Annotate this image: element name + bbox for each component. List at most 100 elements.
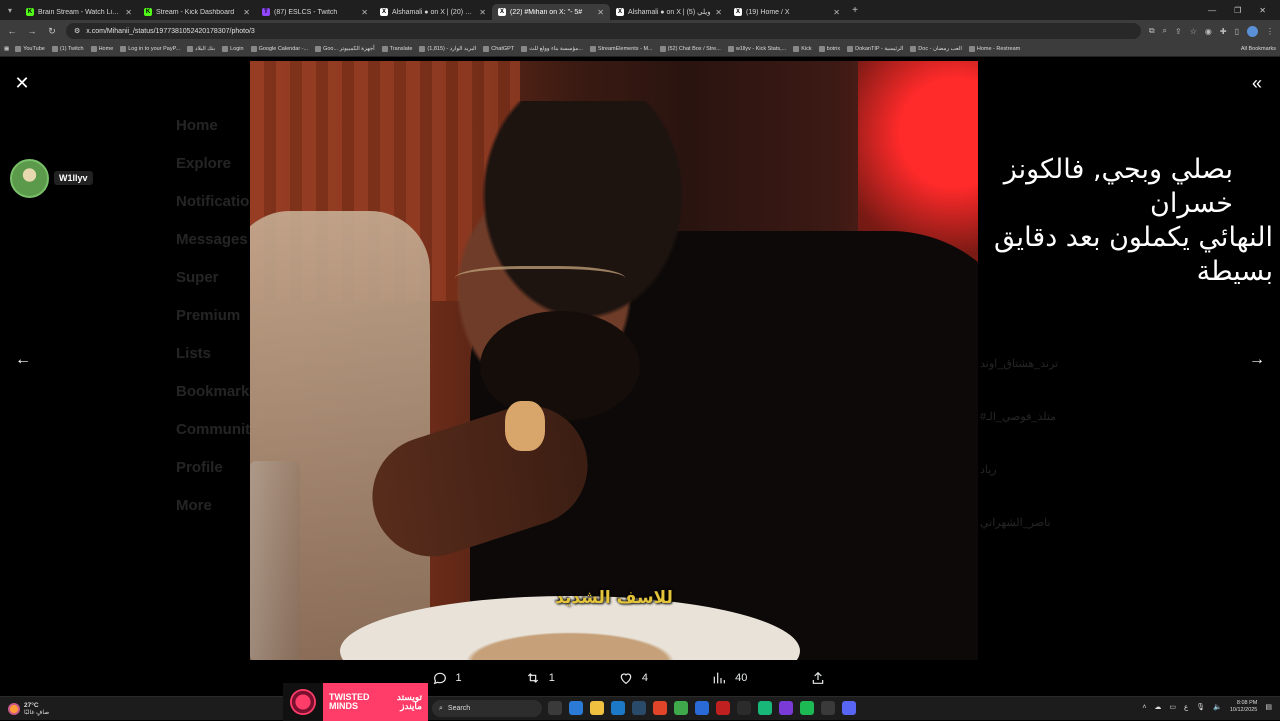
collapse-panel-button[interactable]: «: [1246, 73, 1268, 93]
minimize-icon[interactable]: —: [1208, 6, 1216, 15]
bookmark-item[interactable]: (52) Chat Box / Stre...: [659, 46, 721, 52]
edge-icon[interactable]: [695, 701, 709, 715]
new-tab-button[interactable]: +: [846, 5, 864, 16]
bookmark-item[interactable]: مؤسسة بناء وولع للث...: [521, 46, 583, 52]
task-view-icon[interactable]: [548, 701, 562, 715]
cloud-icon[interactable]: ☁: [1154, 703, 1161, 711]
network-icon[interactable]: ▭: [1169, 703, 1176, 711]
tab-close-icon[interactable]: ✕: [833, 8, 840, 17]
repost-button[interactable]: 1: [525, 670, 555, 686]
weather-widget[interactable]: 27°C صافٍ غالبًا: [0, 702, 280, 716]
close-window-icon[interactable]: ✕: [1259, 6, 1266, 15]
file-explorer-icon[interactable]: [590, 701, 604, 715]
tabs-container: K Brain Stream - Watch Live on Ki ✕ K Stream…: [20, 0, 846, 20]
browser-tab[interactable]: X Alshamali ● on X | ويلي (5) ✕: [610, 4, 728, 20]
search-placeholder: Search: [447, 705, 471, 712]
bookmark-item[interactable]: بنك البلاد: [187, 46, 215, 52]
bookmark-item[interactable]: (1) Twitch: [51, 46, 84, 52]
app-dark-icon[interactable]: [737, 701, 751, 715]
site-info-icon[interactable]: ⚙: [74, 27, 80, 35]
clock[interactable]: 8:08 PM 10/12/2025: [1230, 700, 1258, 714]
bookmark-label: مؤسسة بناء وولع للث...: [529, 46, 583, 52]
bookmark-item[interactable]: Translate: [381, 46, 412, 52]
bookmark-item[interactable]: Kick: [793, 46, 812, 52]
bookmark-item[interactable]: DokanTIP - الرئيسية: [847, 46, 903, 52]
tray-chevron-icon[interactable]: ˄: [1142, 704, 1146, 711]
forward-icon[interactable]: →: [26, 26, 38, 36]
tab-close-icon[interactable]: ✕: [243, 8, 250, 17]
bookmark-item[interactable]: Login: [222, 46, 244, 52]
firefox-icon[interactable]: [653, 701, 667, 715]
speaker-icon[interactable]: 🔈: [1213, 703, 1222, 711]
input-lang[interactable]: ع: [1184, 703, 1188, 711]
views-button[interactable]: 40: [711, 670, 747, 686]
sidebar-icon[interactable]: ▯: [1235, 27, 1239, 36]
reload-icon[interactable]: ↻: [46, 26, 58, 37]
browser-tab[interactable]: K Brain Stream - Watch Live on Ki ✕: [20, 4, 138, 20]
analytics-icon: [713, 672, 726, 684]
mic-icon[interactable]: 🎙: [1196, 703, 1205, 711]
tab-close-icon[interactable]: ✕: [125, 8, 132, 17]
zoom-icon[interactable]: ⌕: [1163, 26, 1167, 36]
share-button[interactable]: [810, 670, 826, 686]
bookmark-item[interactable]: Goo... أجهزة الكمبيوتر: [315, 46, 375, 52]
bookmark-item[interactable]: StreamElements - M...: [589, 46, 653, 52]
close-viewer-button[interactable]: ✕: [12, 73, 32, 93]
url-field[interactable]: ⚙ x.com/Mihanii_/status/1977381052420178…: [66, 23, 1141, 39]
share-icon[interactable]: ⇪: [1175, 27, 1182, 36]
tab-close-icon[interactable]: ✕: [361, 8, 368, 17]
tab-title: Stream - Kick Dashboard: [156, 8, 235, 16]
video-caption: للاسف الشديد: [555, 588, 673, 608]
browser-tab[interactable]: X Alshamali ● on X | ويلي (20)✕: [374, 4, 492, 20]
bookmark-item[interactable]: Home - Restream: [968, 46, 1020, 52]
promo-text-ar: تويستد مايندز: [396, 692, 422, 711]
bookmark-star-icon[interactable]: ☆: [1190, 27, 1197, 36]
next-photo-button[interactable]: →: [1246, 349, 1268, 371]
promo-banner[interactable]: TWISTED MINDS تويستد مايندز: [283, 683, 428, 721]
app-purple-icon[interactable]: [779, 701, 793, 715]
copilot-icon[interactable]: [569, 701, 583, 715]
tab-search-icon[interactable]: ▾: [0, 0, 20, 20]
bookmark-item[interactable]: Doc - العب رمضان: [910, 46, 962, 52]
puzzle-icon[interactable]: ✚: [1220, 27, 1227, 36]
store-icon[interactable]: [611, 701, 625, 715]
previous-photo-button[interactable]: ←: [12, 349, 34, 371]
taskbar-search[interactable]: ⌕ Search: [432, 700, 542, 717]
reply-button[interactable]: 1: [432, 670, 462, 686]
overlay-line-2: النهائي يكملون بعد دقايق بسيطة: [994, 222, 1273, 287]
bookmark-item[interactable]: البريد الوارد - (1,815): [419, 46, 476, 52]
app-red-icon[interactable]: [716, 701, 730, 715]
bookmark-item[interactable]: Google Calendar -...: [250, 46, 308, 52]
like-button[interactable]: 4: [618, 670, 648, 686]
obs-icon[interactable]: [821, 701, 835, 715]
extension-icon[interactable]: ◉: [1205, 27, 1212, 36]
restore-icon[interactable]: ❐: [1234, 6, 1241, 15]
bookmark-item[interactable]: ChatGPT: [483, 46, 514, 52]
profile-avatar[interactable]: [1247, 25, 1258, 37]
bookmark-item[interactable]: Log in to your PayP...: [120, 46, 180, 52]
bookmark-label: البريد الوارد - (1,815): [427, 46, 477, 52]
bookmark-favicon-icon: [521, 46, 528, 52]
bookmark-item[interactable]: botrix: [818, 46, 840, 52]
tab-close-icon[interactable]: ✕: [479, 8, 486, 17]
steam-icon[interactable]: [632, 701, 646, 715]
browser-tab[interactable]: X (19) Home / X ✕: [728, 4, 846, 20]
bookmark-item[interactable]: Home: [90, 46, 113, 52]
bookmark-item[interactable]: YouTube: [15, 46, 45, 52]
menu-icon[interactable]: ⋮: [1266, 27, 1274, 36]
chrome-icon[interactable]: [674, 701, 688, 715]
discord-icon[interactable]: [842, 701, 856, 715]
all-bookmarks[interactable]: All Bookmarks: [1241, 46, 1276, 52]
apps-icon[interactable]: ▦: [4, 46, 9, 52]
back-icon[interactable]: ←: [6, 26, 18, 36]
install-icon[interactable]: ⧉: [1149, 26, 1155, 36]
bookmark-item[interactable]: w1llyv - Kick Stats,...: [727, 46, 786, 52]
browser-tab[interactable]: X (22) #Mihan on X: "- 5# ✕: [492, 4, 610, 20]
tab-close-icon[interactable]: ✕: [597, 8, 604, 17]
tab-close-icon[interactable]: ✕: [715, 8, 722, 17]
browser-tab[interactable]: K Stream - Kick Dashboard ✕: [138, 4, 256, 20]
browser-tab[interactable]: T (87) ESLCS - Twitch ✕: [256, 4, 374, 20]
app-green-icon[interactable]: [758, 701, 772, 715]
notifications-icon[interactable]: ▤: [1265, 703, 1272, 711]
spotify-icon[interactable]: [800, 701, 814, 715]
